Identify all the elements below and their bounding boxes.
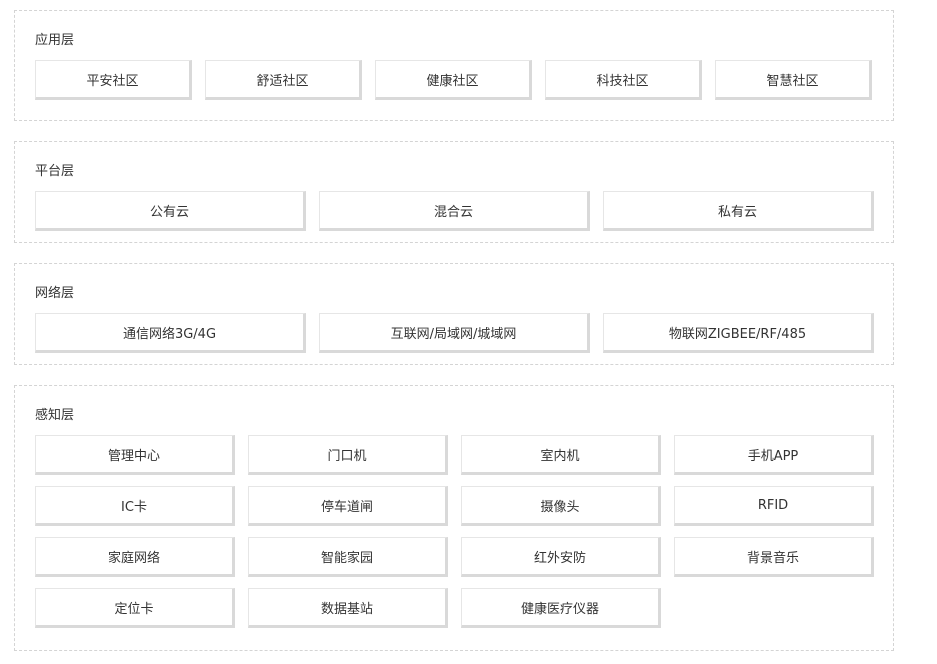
perception-item-rfid: RFID [674,486,874,526]
perception-item-background-music: 背景音乐 [674,537,874,577]
application-item-healthy-community: 健康社区 [375,60,532,100]
perception-item-health-medical-device: 健康医疗仪器 [461,588,661,628]
application-item-tech-community: 科技社区 [545,60,702,100]
perception-item-parking-gate: 停车道闸 [248,486,448,526]
platform-item-hybrid-cloud: 混合云 [319,191,590,231]
application-item-smart-community: 智慧社区 [715,60,872,100]
application-layer: 应用层 平安社区 舒适社区 健康社区 科技社区 智慧社区 [14,10,894,121]
network-layer-title: 网络层 [35,286,75,301]
application-layer-title: 应用层 [35,33,75,48]
perception-item-indoor-unit: 室内机 [461,435,661,475]
platform-item-private-cloud: 私有云 [603,191,874,231]
perception-item-data-base-station: 数据基站 [248,588,448,628]
platform-layer: 平台层 公有云 混合云 私有云 [14,141,894,243]
perception-layer: 感知层 管理中心 门口机 室内机 手机APP IC卡 停车道闸 摄像头 RFID… [14,385,894,651]
perception-item-home-network: 家庭网络 [35,537,235,577]
perception-item-smart-home: 智能家园 [248,537,448,577]
network-item-iot: 物联网ZIGBEE/RF/485 [603,313,874,353]
application-item-safe-community: 平安社区 [35,60,192,100]
application-item-comfortable-community: 舒适社区 [205,60,362,100]
network-item-telecom: 通信网络3G/4G [35,313,306,353]
perception-item-mobile-app: 手机APP [674,435,874,475]
perception-item-door-unit: 门口机 [248,435,448,475]
perception-item-positioning-card: 定位卡 [35,588,235,628]
perception-item-camera: 摄像头 [461,486,661,526]
platform-layer-title: 平台层 [35,164,75,179]
perception-item-infrared-security: 红外安防 [461,537,661,577]
perception-layer-title: 感知层 [35,408,75,423]
perception-item-management-center: 管理中心 [35,435,235,475]
network-layer: 网络层 通信网络3G/4G 互联网/局域网/城域网 物联网ZIGBEE/RF/4… [14,263,894,365]
network-item-internet: 互联网/局域网/城域网 [319,313,590,353]
platform-item-public-cloud: 公有云 [35,191,306,231]
perception-item-ic-card: IC卡 [35,486,235,526]
